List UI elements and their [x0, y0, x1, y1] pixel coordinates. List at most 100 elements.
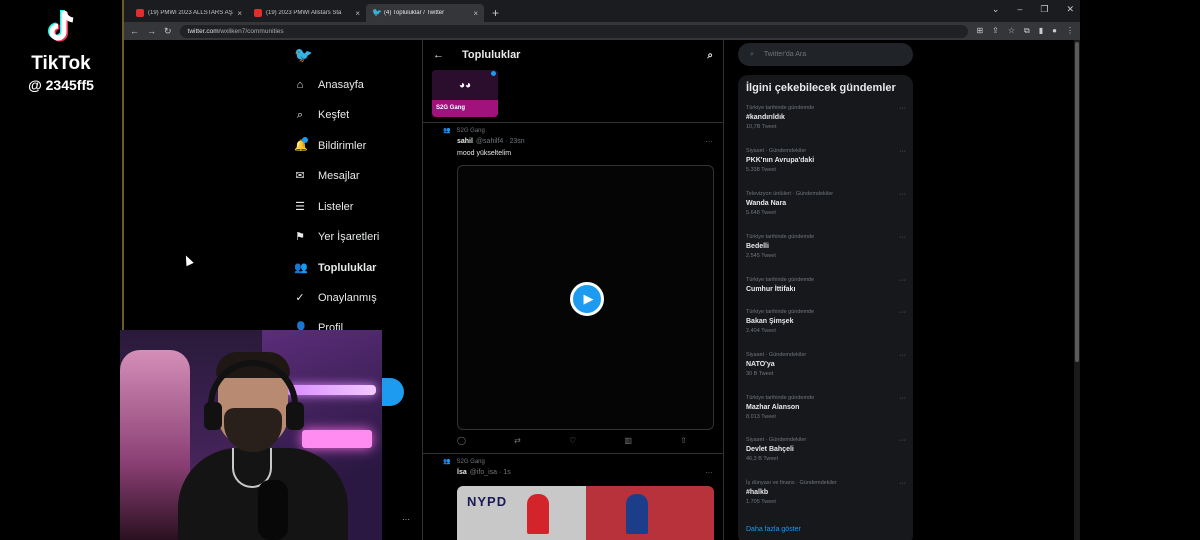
forward-icon[interactable]: → [147, 26, 156, 36]
trend-item[interactable]: İş dünyası ve finans · Gündemdekiler #hal… [746, 480, 906, 505]
trend-context: Siyaset · Gündemdekiler [746, 437, 807, 443]
search-input[interactable]: ⌕ Twitter'da Ara [738, 43, 913, 66]
nav-notifications[interactable]: 🔔 Bildirimler [294, 137, 366, 152]
nav-label: Keşfet [318, 109, 350, 121]
more-icon[interactable]: ··· [899, 437, 906, 444]
nav-label: Listeler [318, 201, 354, 213]
nav-communities[interactable]: 👥 Topluluklar [294, 262, 376, 274]
tweet-header: sahil @sahilf4 · 23sn [457, 138, 525, 145]
account-more-icon[interactable]: ··· [402, 515, 410, 524]
community-name: S2G Gang [432, 100, 498, 117]
nav-verified[interactable]: ✓ Onaylanmış [294, 292, 377, 304]
share-icon[interactable]: ⇪ [992, 26, 999, 36]
nav-lists[interactable]: ☰ Listeler [294, 201, 353, 213]
minimize-button[interactable]: – [1017, 4, 1022, 15]
more-icon[interactable]: ··· [899, 191, 906, 198]
tweet-community-label: S2G Gang [456, 127, 485, 134]
trend-count: 1.705 Tweet [746, 499, 776, 505]
tab-twitter[interactable]: 🐦 (4) Topluluklar / Twitter × [366, 4, 484, 22]
twitter-logo-icon[interactable]: 🐦 [294, 46, 313, 64]
more-icon[interactable]: ··· [899, 105, 906, 112]
reload-icon[interactable]: ↻ [164, 26, 172, 37]
tweet-text: mood yükseltelim [457, 150, 512, 157]
nav-explore[interactable]: ⌕ Keşfet [294, 109, 349, 121]
tweet-author[interactable]: sahil [457, 138, 473, 145]
more-icon[interactable]: ··· [899, 277, 906, 284]
more-icon[interactable]: ··· [899, 395, 906, 402]
tweet-community: 👥 S2G Gang [443, 458, 485, 466]
nav-home[interactable]: ⌂ Anasayfa [294, 79, 364, 91]
tweet-video[interactable]: ▶ [457, 165, 714, 430]
trends-panel: İlgini çekebilecek gündemler Türkiye tar… [738, 75, 913, 540]
url-field[interactable]: twitter.com/wxliken7/communities [179, 24, 969, 38]
trend-context: Türkiye tarihinde gündemde [746, 309, 815, 315]
nav-messages[interactable]: ✉ Mesajlar [294, 170, 359, 182]
trend-name: #halkb [746, 489, 769, 496]
profile-icon[interactable]: ● [1052, 26, 1057, 36]
trend-context: Türkiye tarihinde gündemde [746, 395, 815, 401]
more-icon[interactable]: ··· [705, 137, 713, 146]
restore-button[interactable]: ❐ [1040, 4, 1048, 15]
trend-item[interactable]: Türkiye tarihinde gündemde Bakan Şimşek 2.… [746, 309, 906, 334]
divider [423, 453, 723, 454]
share-icon[interactable]: ⇧ [680, 436, 687, 445]
tweet-community: 👥 S2G Gang [443, 127, 485, 135]
back-arrow-icon[interactable]: ← [433, 49, 444, 61]
close-icon[interactable]: × [237, 9, 242, 18]
window-controls: ⌄ – ❐ ✕ [992, 4, 1074, 15]
scrollbar-thumb[interactable] [1075, 42, 1079, 362]
trend-context: Türkiye tarihinde gündemde [746, 105, 815, 111]
new-tab-button[interactable]: + [484, 6, 507, 22]
views-icon[interactable]: ▥ [624, 436, 632, 445]
extensions-icon[interactable]: ⧉ [1024, 26, 1030, 36]
more-icon[interactable]: ··· [705, 468, 713, 477]
spiderman-figure [527, 494, 549, 534]
tab-youtube-2[interactable]: (19) 2023 PMWI Allstars Sta × [248, 4, 366, 22]
close-icon[interactable]: × [355, 9, 360, 18]
translate-icon[interactable]: ⊞ [976, 26, 983, 36]
trend-count: 46,3 B Tweet [746, 456, 779, 462]
tweet-image[interactable]: NYPD [457, 486, 714, 540]
menu-icon[interactable]: ⋮ [1066, 26, 1074, 36]
trend-item[interactable]: Siyaset · Gündemdekiler Devlet Bahçeli 46,… [746, 437, 906, 462]
tweet-actions: ◯ ⇄ ♡ ▥ ⇧ [457, 436, 687, 445]
more-icon[interactable]: ··· [899, 148, 906, 155]
list-icon: ☰ [295, 201, 305, 213]
sidepanel-icon[interactable]: ▮ [1039, 26, 1043, 36]
trend-item[interactable]: Türkiye tarihinde gündemde #kandırıldık 10… [746, 105, 906, 130]
show-more-link[interactable]: Daha fazla göster [746, 526, 801, 533]
tweet-author[interactable]: İsa [457, 469, 467, 476]
trend-item[interactable]: Türkiye tarihinde gündemde Cumhur İttifak… [746, 277, 906, 296]
meme-text: NYPD [467, 494, 508, 509]
back-icon[interactable]: ← [130, 26, 139, 36]
trend-item[interactable]: Türkiye tarihinde gündemde Mazhar Alanson… [746, 395, 906, 420]
community-banner: ◕◕ [432, 70, 498, 100]
nav-label: Onaylanmış [318, 292, 377, 304]
trend-item[interactable]: Siyaset · Gündemdekiler PKK'nın Avrupa'da… [746, 148, 906, 173]
community-card[interactable]: ◕◕ S2G Gang [432, 70, 498, 117]
timeline-header: ← Topluluklar ⌕ [423, 40, 723, 70]
trend-name: PKK'nın Avrupa'daki [746, 157, 815, 164]
close-window-button[interactable]: ✕ [1066, 4, 1074, 15]
more-icon[interactable]: ··· [899, 234, 906, 241]
like-icon[interactable]: ♡ [569, 436, 576, 445]
trend-item[interactable]: Televizyon ünlüleri · Gündemdekiler Wanda… [746, 191, 906, 216]
trend-item[interactable]: Türkiye tarihinde gündemde Bedelli 2.545 T… [746, 234, 906, 259]
tab-search-button[interactable]: ⌄ [992, 4, 1000, 15]
more-icon[interactable]: ··· [899, 309, 906, 316]
tab-label: (4) Topluluklar / Twitter [384, 10, 445, 16]
close-icon[interactable]: × [473, 9, 478, 18]
trend-count: 2.404 Tweet [746, 328, 776, 334]
search-icon[interactable]: ⌕ [707, 50, 713, 61]
nav-bookmarks[interactable]: ⚑ Yer İşaretleri [294, 231, 379, 243]
scrollbar[interactable] [1074, 40, 1080, 540]
tab-youtube-1[interactable]: (19) PMWI 2023 ALLSTARS AŞAMA × [130, 4, 248, 22]
play-icon[interactable]: ▶ [570, 282, 604, 316]
more-icon[interactable]: ··· [899, 480, 906, 487]
retweet-icon[interactable]: ⇄ [514, 436, 521, 445]
divider [423, 122, 723, 123]
reply-icon[interactable]: ◯ [457, 436, 466, 445]
more-icon[interactable]: ··· [899, 352, 906, 359]
trend-item[interactable]: Siyaset · Gündemdekiler NATO'ya 30 B Tweet… [746, 352, 906, 377]
bookmark-star-icon[interactable]: ☆ [1008, 26, 1015, 36]
